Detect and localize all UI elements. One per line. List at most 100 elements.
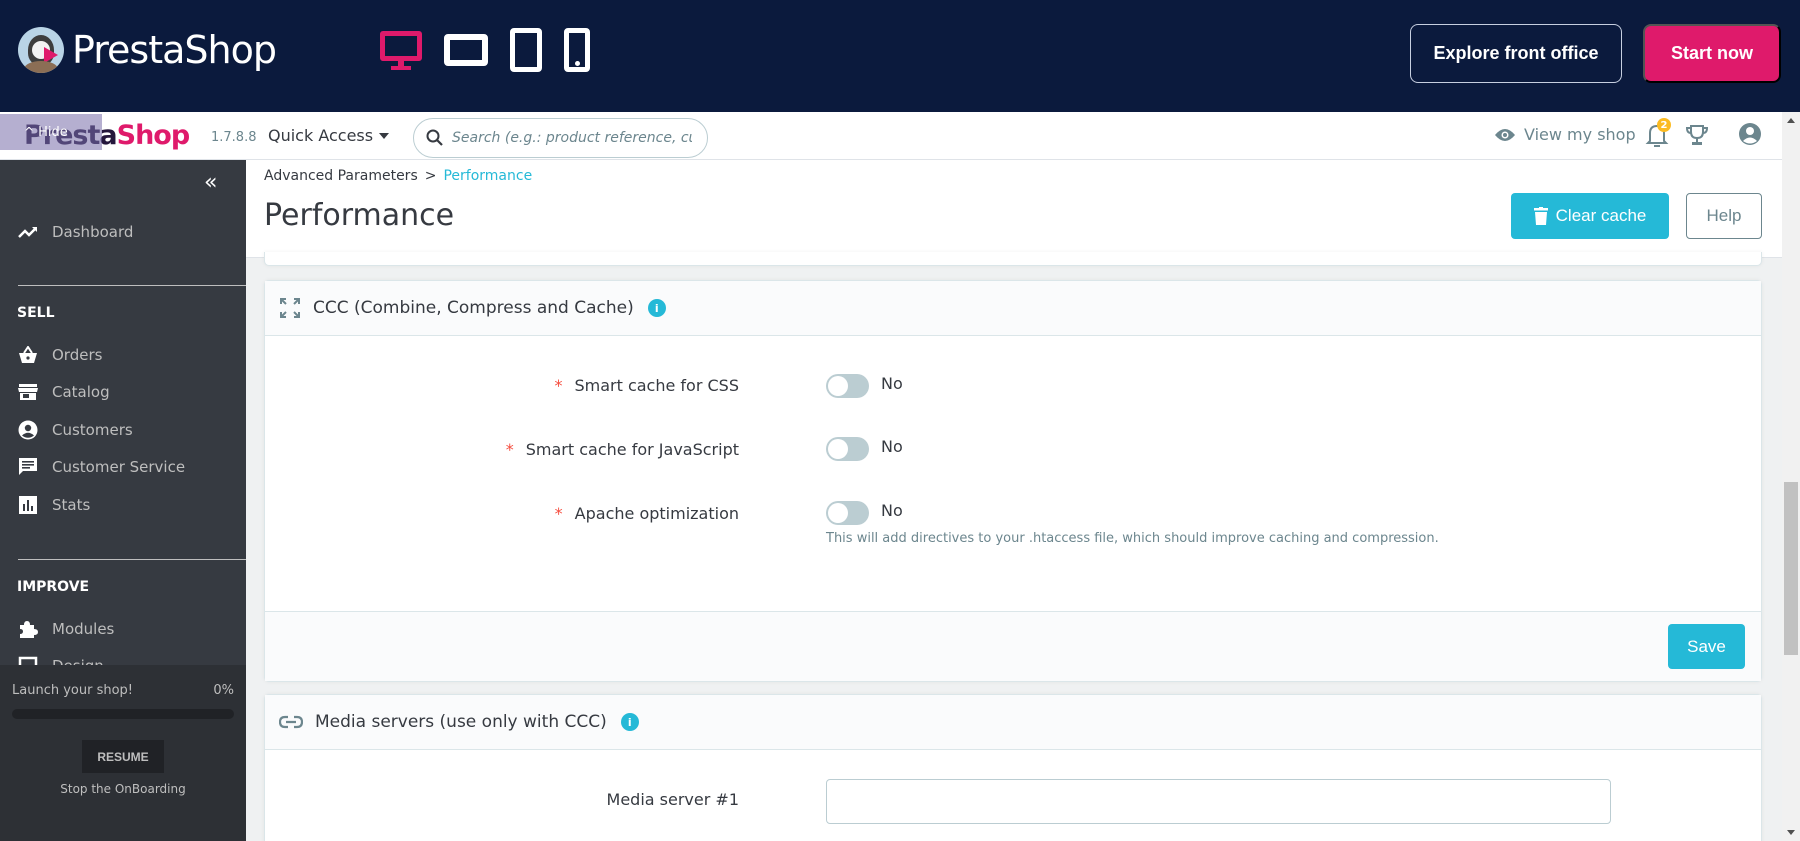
ccc-panel-footer: Save — [265, 611, 1761, 681]
onboarding-widget: Launch your shop! 0% RESUME Stop the OnB… — [0, 665, 246, 841]
link-icon — [279, 715, 303, 729]
sidebar: « Dashboard SELL Orders Catalog Customer… — [0, 160, 246, 841]
media-server-1-input[interactable] — [826, 779, 1611, 824]
chat-icon — [18, 457, 38, 477]
tablet-landscape-device-icon[interactable] — [444, 34, 488, 66]
smart-cache-css-toggle[interactable] — [826, 374, 869, 398]
sidebar-item-label: Dashboard — [52, 223, 134, 241]
collapse-sidebar-icon[interactable]: « — [204, 170, 217, 195]
ccc-panel-header: CCC (Combine, Compress and Cache) i — [265, 281, 1761, 336]
trophy-icon[interactable] — [1685, 123, 1709, 147]
trending-up-icon — [18, 222, 38, 242]
page-header: Advanced Parameters > Performance Performa… — [246, 160, 1782, 258]
chevron-up-icon: ^ — [24, 125, 35, 139]
scroll-up-arrow-icon[interactable] — [1787, 118, 1795, 123]
search-box[interactable] — [413, 118, 708, 158]
media-servers-panel-title: Media servers (use only with CCC) — [315, 712, 607, 732]
smart-cache-css-label: * Smart cache for CSS — [554, 376, 739, 395]
toggle-knob — [828, 503, 848, 523]
start-now-button[interactable]: Start now — [1643, 24, 1781, 83]
puzzle-icon — [18, 619, 38, 639]
device-switcher — [380, 28, 590, 72]
smart-cache-js-label: * Smart cache for JavaScript — [506, 440, 739, 459]
media-server-1-label: Media server #1 — [606, 790, 739, 809]
breadcrumb-advanced-parameters[interactable]: Advanced Parameters — [264, 168, 418, 184]
caret-down-icon — [379, 132, 390, 139]
page-scrollbar[interactable] — [1782, 112, 1800, 841]
sidebar-item-label: Modules — [52, 620, 115, 638]
view-my-shop-label: View my shop — [1524, 125, 1636, 144]
logo-text-shop: Shop — [116, 120, 191, 151]
brand-wordmark: PrestaShop — [72, 28, 277, 72]
search-input[interactable] — [452, 130, 692, 146]
admin-header: PrestaShop ^ Hide 1.7.8.8 Quick Access V… — [0, 112, 1782, 160]
info-icon[interactable]: i — [647, 299, 666, 317]
hide-label: Hide — [38, 124, 68, 140]
smart-cache-js-toggle[interactable] — [826, 437, 869, 461]
sidebar-item-catalog[interactable]: Catalog — [18, 382, 110, 402]
scroll-down-arrow-icon[interactable] — [1787, 830, 1795, 835]
preview-top-bar: PrestaShop Explore front office Start no… — [0, 0, 1800, 112]
desktop-device-icon[interactable] — [380, 29, 422, 71]
tablet-portrait-device-icon[interactable] — [510, 28, 542, 72]
sidebar-item-label: Customer Service — [52, 458, 186, 476]
sidebar-item-label: Customers — [52, 421, 133, 439]
smart-cache-js-value: No — [881, 437, 903, 456]
ccc-panel: CCC (Combine, Compress and Cache) i * Sma… — [264, 280, 1762, 682]
sidebar-item-stats[interactable]: Stats — [18, 495, 90, 515]
hide-toggle[interactable]: ^ Hide — [0, 114, 102, 150]
sidebar-item-customers[interactable]: Customers — [18, 420, 133, 440]
page-title: Performance — [264, 198, 455, 233]
mobile-device-icon[interactable] — [564, 28, 590, 72]
store-icon — [18, 382, 38, 402]
sidebar-item-orders[interactable]: Orders — [18, 345, 102, 365]
field-label-text: Apache optimization — [574, 504, 739, 523]
required-asterisk: * — [554, 376, 563, 395]
resume-onboarding-button[interactable]: RESUME — [82, 740, 164, 773]
search-icon — [426, 129, 443, 146]
clear-cache-label: Clear cache — [1555, 206, 1647, 225]
breadcrumb: Advanced Parameters > Performance — [264, 168, 532, 184]
field-label-text: Smart cache for CSS — [574, 376, 739, 395]
prestashop-logo: PrestaShop — [18, 27, 277, 73]
sidebar-item-label: Orders — [52, 346, 103, 364]
puffin-logo-icon — [18, 27, 64, 73]
bar-chart-icon — [18, 495, 38, 515]
smart-cache-css-value: No — [881, 374, 903, 393]
stop-onboarding-link[interactable]: Stop the OnBoarding — [0, 782, 246, 796]
sidebar-section-improve: IMPROVE — [17, 579, 90, 595]
onboarding-label: Launch your shop! — [12, 683, 133, 698]
required-asterisk: * — [554, 504, 563, 523]
user-account-icon[interactable] — [1738, 122, 1762, 146]
sidebar-item-label: Catalog — [52, 383, 110, 401]
version-label: 1.7.8.8 — [211, 130, 257, 145]
shopping-basket-icon — [18, 345, 38, 365]
media-servers-panel: Media servers (use only with CCC) i Medi… — [264, 694, 1762, 841]
scrollbar-thumb[interactable] — [1784, 482, 1798, 655]
toggle-knob — [828, 439, 848, 459]
info-icon[interactable]: i — [620, 713, 639, 731]
help-button[interactable]: Help — [1686, 193, 1762, 239]
apache-optimization-toggle[interactable] — [826, 501, 869, 525]
breadcrumb-performance[interactable]: Performance — [443, 168, 532, 184]
trash-icon — [1533, 207, 1548, 225]
save-button[interactable]: Save — [1668, 624, 1745, 669]
explore-front-office-button[interactable]: Explore front office — [1410, 24, 1622, 83]
account-circle-icon — [18, 420, 38, 440]
sidebar-item-dashboard[interactable]: Dashboard — [18, 222, 133, 242]
quick-access-dropdown[interactable]: Quick Access — [268, 126, 390, 145]
quick-access-label: Quick Access — [268, 126, 374, 145]
onboarding-percent: 0% — [213, 683, 234, 698]
sidebar-item-modules[interactable]: Modules — [18, 619, 114, 639]
sidebar-item-label: Stats — [52, 496, 91, 514]
eye-icon — [1495, 128, 1515, 141]
view-my-shop-link[interactable]: View my shop — [1494, 125, 1636, 144]
breadcrumb-separator: > — [424, 168, 437, 184]
sidebar-divider — [18, 285, 246, 286]
field-label-text: Smart cache for JavaScript — [525, 440, 739, 459]
clear-cache-button[interactable]: Clear cache — [1511, 193, 1669, 239]
fullscreen-icon — [280, 298, 300, 318]
toggle-knob — [828, 376, 848, 396]
sidebar-item-customer-service[interactable]: Customer Service — [18, 457, 185, 477]
apache-optimization-value: No — [881, 501, 903, 520]
